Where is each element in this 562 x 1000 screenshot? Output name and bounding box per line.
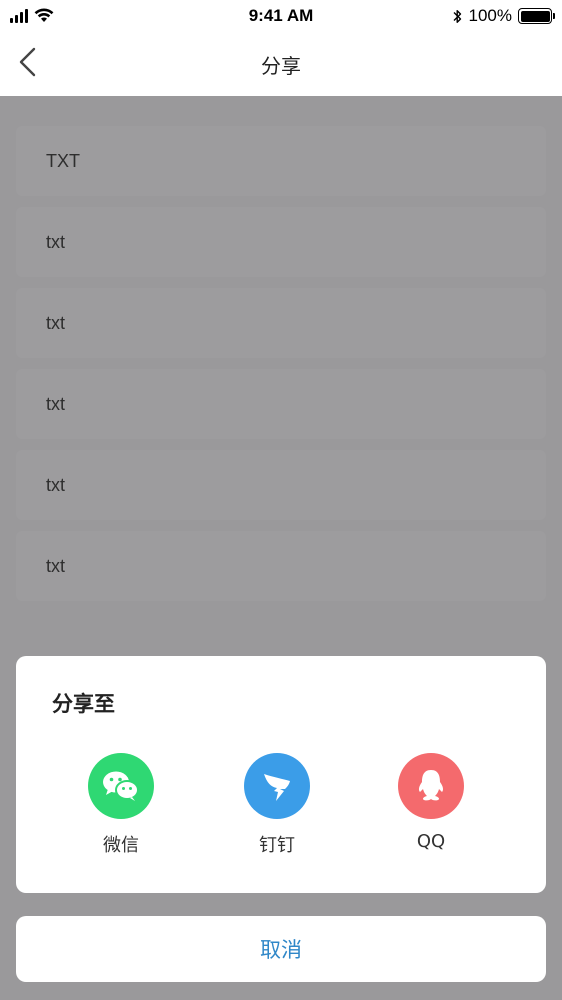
- status-bar: 9:41 AM 100%: [0, 0, 562, 32]
- share-option-label: 微信: [103, 835, 139, 856]
- share-option-dingtalk[interactable]: 钉钉: [244, 753, 310, 857]
- share-sheet: 分享至 微信 钉钉 QQ: [16, 656, 546, 893]
- list-item-label: txt: [46, 474, 66, 495]
- share-sheet-title: 分享至: [52, 692, 115, 716]
- page-title: 分享: [261, 54, 301, 78]
- list-item-label: TXT: [46, 150, 80, 171]
- share-option-qq[interactable]: QQ: [398, 753, 464, 852]
- list-item[interactable]: txt: [16, 288, 546, 358]
- list-item[interactable]: txt: [16, 450, 546, 520]
- list-item-label: txt: [46, 393, 66, 414]
- battery-percent: 100%: [468, 6, 512, 25]
- bluetooth-icon: [453, 9, 461, 23]
- list-item[interactable]: txt: [16, 531, 546, 601]
- list-item-label: txt: [46, 312, 66, 333]
- cancel-button[interactable]: 取消: [16, 916, 546, 982]
- share-option-label: 钉钉: [259, 835, 295, 856]
- status-right: 100%: [452, 6, 555, 26]
- nav-bar: 分享: [0, 32, 562, 96]
- battery-fill: [520, 10, 550, 22]
- share-option-wechat[interactable]: 微信: [88, 753, 154, 857]
- wechat-icon[interactable]: [88, 753, 154, 819]
- list-item-label: txt: [46, 231, 66, 252]
- dingtalk-icon[interactable]: [244, 753, 310, 819]
- battery-icon: [518, 8, 555, 24]
- list-item[interactable]: TXT: [16, 126, 546, 196]
- list-item-label: txt: [46, 555, 66, 576]
- file-list: TXT txt txt txt txt txt: [16, 126, 546, 612]
- list-item[interactable]: txt: [16, 369, 546, 439]
- qq-icon[interactable]: [398, 753, 464, 819]
- share-option-label: QQ: [416, 831, 446, 852]
- list-item[interactable]: txt: [16, 207, 546, 277]
